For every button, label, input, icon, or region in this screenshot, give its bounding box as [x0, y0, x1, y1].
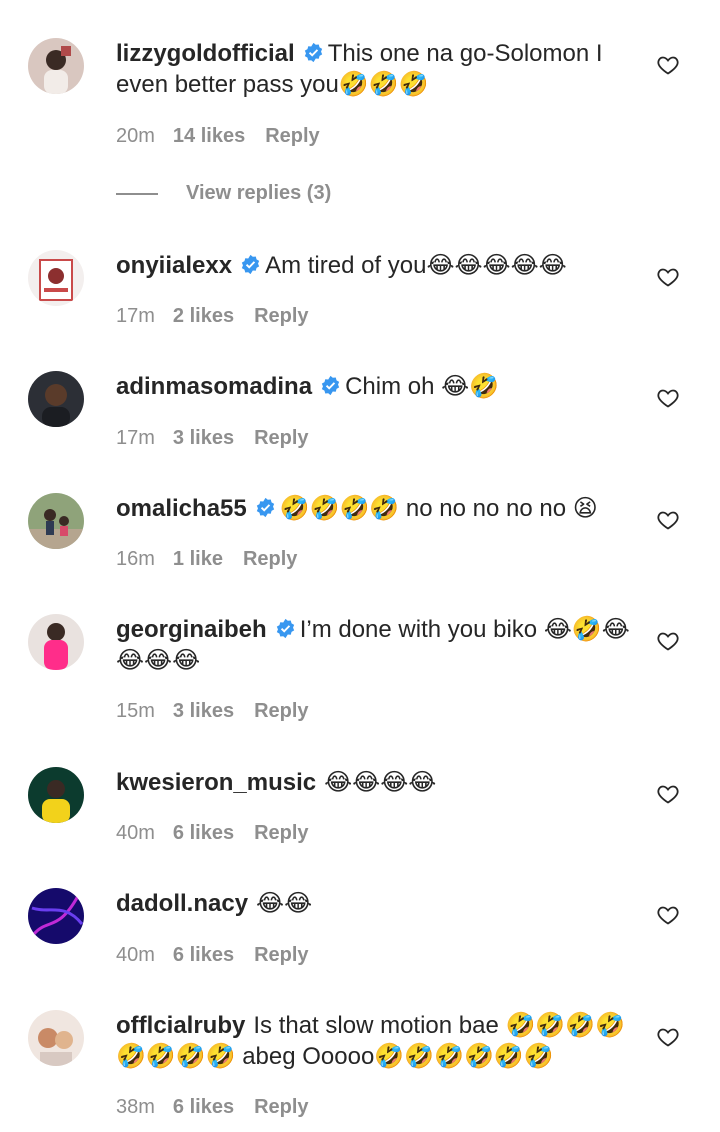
likes-count[interactable]: 1 like — [173, 548, 223, 571]
reply-button[interactable]: Reply — [254, 822, 308, 845]
reply-button[interactable]: Reply — [243, 548, 297, 571]
timestamp: 17m — [116, 305, 155, 327]
username[interactable]: kwesieron_music — [116, 769, 316, 796]
like-heart-icon[interactable] — [656, 265, 680, 289]
comment-meta: 17m 3 likes Reply — [116, 427, 309, 450]
comment-meta: 40m 6 likes Reply — [116, 822, 309, 845]
avatar[interactable] — [28, 493, 84, 549]
comment-meta: 17m 2 likes Reply — [116, 305, 309, 328]
reply-button[interactable]: Reply — [265, 125, 319, 148]
comment-text: Am tired of you😂😂😂😂😂 — [265, 252, 567, 279]
timestamp: 38m — [116, 1096, 155, 1118]
username[interactable]: offlcialruby — [116, 1012, 245, 1039]
likes-count[interactable]: 6 likes — [173, 822, 234, 845]
username[interactable]: lizzygoldofficial — [116, 40, 295, 67]
avatar[interactable] — [28, 888, 84, 944]
avatar[interactable] — [28, 371, 84, 427]
verified-badge-icon — [320, 375, 341, 396]
comment-body: dadoll.nacy 😂😂 — [116, 888, 636, 919]
likes-count[interactable]: 14 likes — [173, 125, 245, 148]
like-heart-icon[interactable] — [656, 53, 680, 77]
like-heart-icon[interactable] — [656, 386, 680, 410]
likes-count[interactable]: 3 likes — [173, 427, 234, 450]
comment-text: 🤣🤣🤣🤣 no no no no no 😫 — [279, 495, 598, 522]
avatar[interactable] — [28, 1010, 84, 1066]
avatar[interactable] — [28, 614, 84, 670]
comment-meta: 15m 3 likes Reply — [116, 700, 309, 723]
comment-body: lizzygoldofficial This one na go-Solomon … — [116, 38, 636, 100]
like-heart-icon[interactable] — [656, 903, 680, 927]
comment-body: omalicha55 🤣🤣🤣🤣 no no no no no 😫 — [116, 493, 636, 524]
reply-button[interactable]: Reply — [254, 944, 308, 967]
reply-button[interactable]: Reply — [254, 305, 308, 328]
like-heart-icon[interactable] — [656, 508, 680, 532]
comment-text: Chim oh 😂🤣 — [345, 373, 500, 400]
verified-badge-icon — [275, 618, 296, 639]
verified-badge-icon — [303, 42, 324, 63]
like-heart-icon[interactable] — [656, 629, 680, 653]
avatar[interactable] — [28, 767, 84, 823]
comment-meta: 20m 14 likes Reply — [116, 125, 320, 148]
like-heart-icon[interactable] — [656, 782, 680, 806]
reply-button[interactable]: Reply — [254, 427, 308, 450]
username[interactable]: georginaibeh — [116, 616, 267, 643]
timestamp: 40m — [116, 822, 155, 844]
like-heart-icon[interactable] — [656, 1025, 680, 1049]
timestamp: 15m — [116, 700, 155, 722]
username[interactable]: adinmasomadina — [116, 373, 312, 400]
comment-text: 😂😂 — [256, 890, 313, 917]
comment-meta: 38m 6 likes Reply — [116, 1096, 309, 1119]
comment-text: 😂😂😂😂 — [324, 769, 437, 796]
likes-count[interactable]: 6 likes — [173, 944, 234, 967]
comment-body: adinmasomadina Chim oh 😂🤣 — [116, 371, 636, 402]
likes-count[interactable]: 6 likes — [173, 1096, 234, 1119]
timestamp: 20m — [116, 125, 155, 147]
comment-body: kwesieron_music 😂😂😂😂 — [116, 767, 636, 798]
comment-body: offlcialruby Is that slow motion bae 🤣🤣🤣🤣… — [116, 1010, 636, 1072]
username[interactable]: onyiialexx — [116, 252, 232, 279]
view-replies-label: View replies (3) — [186, 182, 332, 204]
avatar[interactable] — [28, 250, 84, 306]
divider — [116, 192, 158, 195]
comment-meta: 40m 6 likes Reply — [116, 944, 309, 967]
avatar[interactable] — [28, 38, 84, 94]
reply-button[interactable]: Reply — [254, 700, 308, 723]
username[interactable]: dadoll.nacy — [116, 890, 248, 917]
likes-count[interactable]: 2 likes — [173, 305, 234, 328]
reply-button[interactable]: Reply — [254, 1096, 308, 1119]
username[interactable]: omalicha55 — [116, 495, 247, 522]
likes-count[interactable]: 3 likes — [173, 700, 234, 723]
comment-body: onyiialexx Am tired of you😂😂😂😂😂 — [116, 250, 636, 281]
verified-badge-icon — [240, 254, 261, 275]
timestamp: 16m — [116, 548, 155, 570]
comment-body: georginaibeh I’m done with you biko 😂🤣😂😂😂… — [116, 614, 636, 676]
verified-badge-icon — [255, 497, 276, 518]
timestamp: 17m — [116, 427, 155, 449]
view-replies-button[interactable]: View replies (3) — [116, 182, 331, 205]
timestamp: 40m — [116, 944, 155, 966]
comment-meta: 16m 1 like Reply — [116, 548, 297, 571]
